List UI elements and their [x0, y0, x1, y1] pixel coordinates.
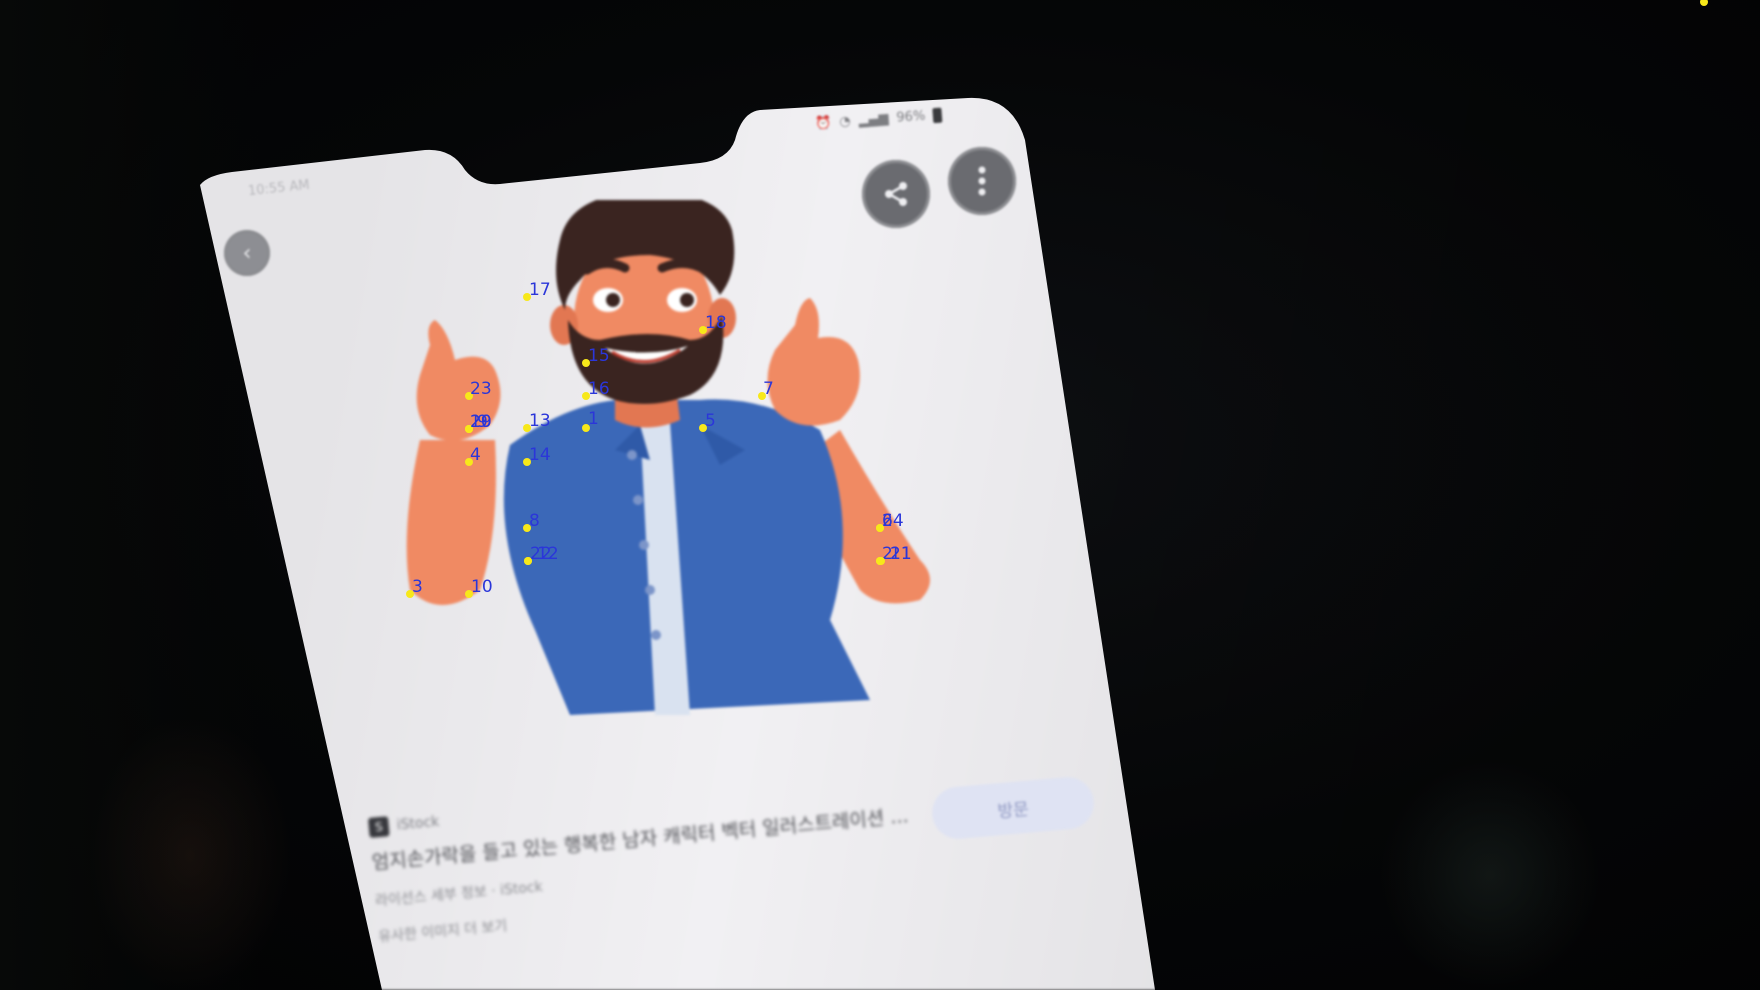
more-vertical-icon: [978, 166, 986, 196]
keypoint-label: 23: [470, 379, 492, 399]
right-pupil: [680, 293, 694, 307]
keypoint-label: 20: [470, 412, 492, 432]
alarm-icon: ⏰: [814, 115, 832, 132]
keypoint-label: 7: [763, 379, 774, 399]
keypoint-label: 15: [588, 346, 610, 366]
keypoint-label: 10: [471, 577, 493, 597]
signal-icon: ▂▄▆: [858, 111, 890, 129]
keypoint-label: 8: [529, 511, 540, 531]
keypoint-label: 5: [705, 411, 716, 431]
keypoint-label: 13: [529, 411, 551, 431]
button: [645, 585, 655, 595]
back-button[interactable]: ‹: [224, 230, 270, 276]
battery-icon: [932, 107, 943, 124]
keypoint-label: 4: [470, 445, 481, 465]
keypoint-label: 22: [530, 544, 552, 564]
keypoint-label: 24: [882, 511, 904, 531]
button: [633, 495, 643, 505]
thumbs-up-man-illustration: [406, 200, 930, 715]
shirt: [503, 399, 870, 715]
keypoint-label: 3: [412, 577, 423, 597]
keypoint-label: 21: [890, 544, 912, 564]
right-thumbs-up-hand: [767, 298, 860, 426]
keypoint-label: 14: [529, 445, 551, 465]
battery-percent: 96%: [895, 108, 926, 126]
keypoint-label: 1: [588, 409, 599, 429]
back-circle-icon: ‹: [242, 240, 252, 266]
photo-scene: 10:55 AM ⏰ ◔ ▂▄▆ 96% ‹ 1 2 3 4 5 6 7 8 9…: [0, 0, 1760, 990]
left-pupil: [606, 293, 620, 307]
keypoint-label: 18: [705, 313, 727, 333]
wifi-icon: ◔: [838, 113, 852, 130]
button: [627, 450, 637, 460]
button: [651, 630, 661, 640]
keypoint-label: 16: [588, 379, 610, 399]
source-logo-icon: S: [368, 816, 390, 838]
button: [639, 540, 649, 550]
keypoint-label: 17: [529, 280, 551, 300]
keypoint-dot: [876, 557, 884, 565]
source-name: iStock: [396, 813, 440, 834]
